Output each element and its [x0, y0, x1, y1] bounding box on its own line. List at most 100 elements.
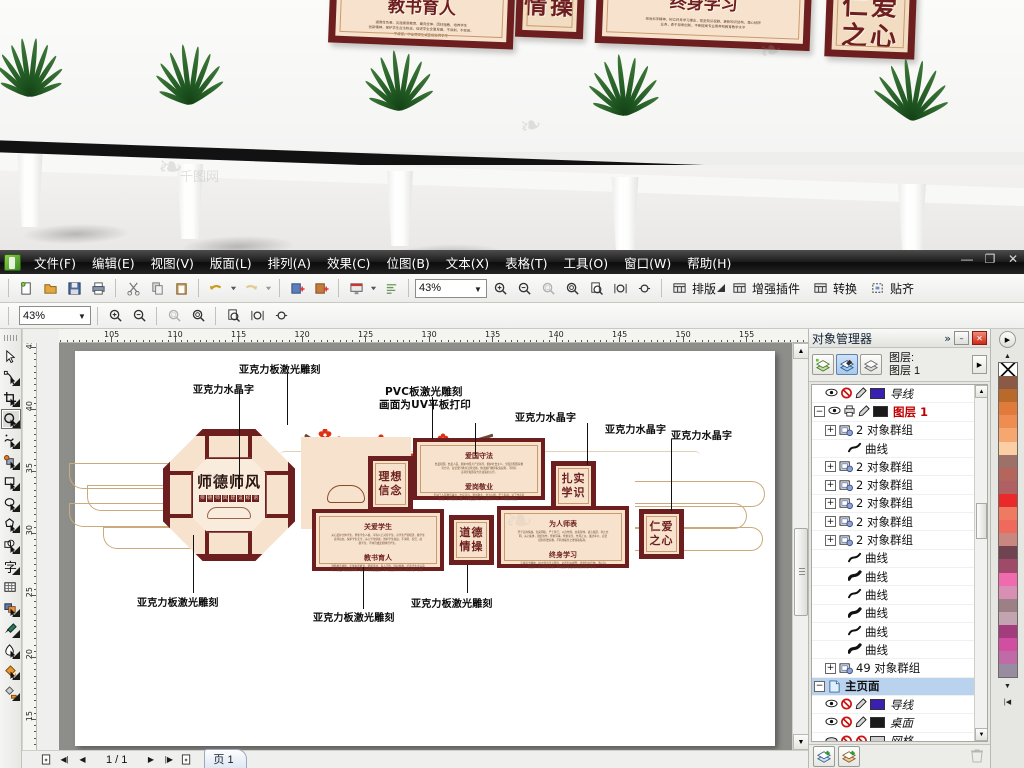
- table-icon[interactable]: [728, 277, 750, 299]
- pencil-icon[interactable]: [855, 387, 868, 400]
- chevron-down-icon[interactable]: ▼: [76, 310, 88, 323]
- visibility-eye-icon[interactable]: [828, 405, 841, 418]
- docker-close-button[interactable]: ✕: [972, 331, 987, 345]
- zoom-to-page-height-icon[interactable]: [633, 277, 655, 299]
- table-tool[interactable]: [1, 577, 21, 597]
- tree-expander-icon[interactable]: +: [825, 461, 836, 473]
- palette-scroll-down-icon[interactable]: ▼: [1000, 680, 1015, 692]
- zoom-to-page-icon[interactable]: [585, 277, 607, 299]
- table-icon[interactable]: [668, 277, 690, 299]
- vertical-ruler[interactable]: 45 40 35 30 25 20 15: [23, 343, 37, 768]
- text-tool[interactable]: 字: [1, 556, 21, 576]
- object-tree-row[interactable]: 曲线: [812, 641, 974, 660]
- color-swatch[interactable]: [998, 585, 1017, 599]
- ellipse-tool[interactable]: [1, 493, 21, 513]
- color-swatch[interactable]: [998, 637, 1017, 652]
- zoom-to-page-icon[interactable]: [222, 305, 244, 327]
- palette-menu-icon[interactable]: ▶: [999, 331, 1016, 348]
- color-swatch[interactable]: [998, 402, 1017, 416]
- redo-icon[interactable]: [240, 277, 262, 299]
- document-page[interactable]: 师德师风 师德师风建设标语 理想 信念 爱国守法 热爱祖国，热爱人民，拥护中国共…: [69, 351, 775, 746]
- color-swatch[interactable]: [998, 520, 1017, 534]
- menu-file[interactable]: 文件(F): [27, 250, 83, 275]
- object-tree-row[interactable]: − 图层 1: [812, 403, 974, 422]
- color-swatch[interactable]: [998, 428, 1017, 442]
- toolbar-grip[interactable]: [8, 279, 9, 297]
- zoom-tool[interactable]: [0, 409, 21, 429]
- color-swatch[interactable]: [998, 598, 1017, 612]
- edit-across-layers-button[interactable]: [836, 354, 858, 375]
- tree-expander-icon[interactable]: +: [825, 479, 836, 491]
- no-print-icon[interactable]: [840, 716, 853, 729]
- color-swatch[interactable]: [998, 664, 1017, 678]
- tree-vertical-scrollbar[interactable]: ▲ ▼: [974, 385, 987, 741]
- object-tree-row[interactable]: 导线: [812, 385, 974, 404]
- no-edit-icon[interactable]: [855, 735, 868, 741]
- visibility-eye-icon[interactable]: [825, 698, 838, 711]
- pick-tool[interactable]: [1, 346, 21, 366]
- paste-icon[interactable]: [170, 277, 192, 299]
- color-swatch[interactable]: [998, 363, 1017, 377]
- color-swatch[interactable]: [998, 493, 1017, 508]
- zoom-to-page-width-icon[interactable]: [246, 305, 268, 327]
- zoom-level-combo[interactable]: 43% ▼: [415, 278, 487, 298]
- tree-scrollbar-thumb[interactable]: [976, 503, 987, 539]
- basic-shapes-tool[interactable]: [1, 535, 21, 555]
- layer-color-swatch[interactable]: [870, 735, 885, 741]
- color-swatch[interactable]: [998, 533, 1017, 547]
- zoom-in-icon[interactable]: [104, 305, 126, 327]
- object-tree-row[interactable]: +2 对象群组: [812, 531, 974, 550]
- visibility-eye-icon[interactable]: [825, 716, 838, 729]
- menu-bitmaps[interactable]: 位图(B): [379, 250, 436, 275]
- canvas-vertical-scrollbar[interactable]: ▲ ▼: [792, 343, 809, 750]
- new-document-icon[interactable]: [15, 277, 37, 299]
- plugin-button-paiban[interactable]: 排版: [668, 277, 726, 299]
- drawing-canvas[interactable]: 师德师风 师德师风建设标语 理想 信念 爱国守法 热爱祖国，热爱人民，拥护中国共…: [59, 343, 792, 750]
- undo-dropdown-icon[interactable]: [229, 277, 238, 299]
- color-swatch[interactable]: [998, 389, 1017, 403]
- tree-expander-icon[interactable]: +: [825, 497, 836, 509]
- no-print-icon[interactable]: [840, 698, 853, 711]
- smart-fill-tool[interactable]: [1, 451, 21, 471]
- publish-dropdown-icon[interactable]: [369, 277, 378, 299]
- new-master-layer-button[interactable]: [838, 746, 860, 767]
- menu-help[interactable]: 帮助(H): [680, 250, 738, 275]
- docker-collapse-icon[interactable]: »: [944, 332, 951, 345]
- menu-view[interactable]: 视图(V): [144, 250, 201, 275]
- color-swatch[interactable]: [998, 441, 1017, 455]
- chevron-down-icon[interactable]: ▼: [472, 283, 484, 296]
- plugin-button-zhuanhuan[interactable]: 转换: [809, 277, 864, 299]
- zoom-to-all-objects-icon[interactable]: [561, 277, 583, 299]
- table-icon[interactable]: [809, 277, 831, 299]
- rectangle-tool[interactable]: [1, 472, 21, 492]
- scroll-down-arrow-icon[interactable]: ▼: [975, 728, 987, 741]
- first-page-icon[interactable]: ◀|: [58, 753, 71, 766]
- color-swatch[interactable]: [998, 454, 1017, 468]
- eyedropper-tool[interactable]: [1, 619, 21, 639]
- color-swatch[interactable]: [998, 415, 1017, 429]
- menu-layout[interactable]: 版面(L): [203, 250, 259, 275]
- color-swatch[interactable]: [998, 507, 1017, 521]
- print-icon[interactable]: [87, 277, 109, 299]
- zoom-in-icon[interactable]: [489, 277, 511, 299]
- color-swatch[interactable]: [998, 572, 1017, 586]
- add-page-before-icon[interactable]: [40, 753, 53, 766]
- object-tree-row[interactable]: 曲线: [812, 623, 974, 642]
- color-swatch[interactable]: [998, 651, 1017, 665]
- scrollbar-thumb[interactable]: [794, 528, 808, 616]
- export-icon[interactable]: [310, 277, 332, 299]
- color-swatch[interactable]: [998, 611, 1017, 625]
- object-tree-row[interactable]: 网格: [812, 733, 974, 741]
- object-tree-row[interactable]: 曲线: [812, 550, 974, 568]
- freehand-tool[interactable]: [1, 430, 21, 450]
- layer-color-swatch[interactable]: [870, 388, 885, 400]
- object-tree-row[interactable]: 桌面: [812, 714, 974, 733]
- tree-expander-icon[interactable]: +: [825, 534, 836, 546]
- object-tree-row[interactable]: +2 对象群组: [812, 422, 974, 440]
- application-launcher-icon[interactable]: [380, 277, 402, 299]
- copy-icon[interactable]: [146, 277, 168, 299]
- object-tree-row[interactable]: +2 对象群组: [812, 458, 974, 477]
- object-tree-row[interactable]: 曲线: [812, 440, 974, 459]
- object-tree-row[interactable]: +2 对象群组: [812, 495, 974, 514]
- palette-scroll-up-icon[interactable]: ▲: [1000, 350, 1015, 362]
